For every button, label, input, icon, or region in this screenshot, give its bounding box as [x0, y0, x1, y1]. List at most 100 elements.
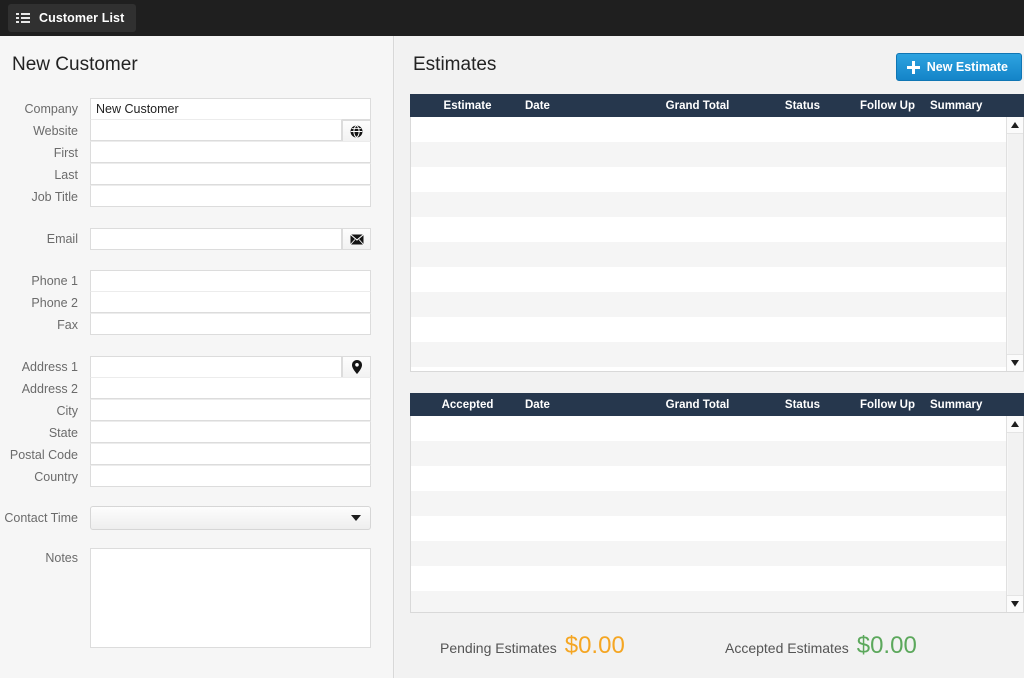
address-1-input[interactable]: [90, 356, 342, 378]
triangle-up-icon: [1011, 421, 1019, 427]
column-header-date[interactable]: Date: [525, 100, 635, 112]
page-title: New Customer: [12, 54, 138, 75]
column-header-grand-total-2[interactable]: Grand Total: [635, 399, 760, 411]
job-title-input[interactable]: [90, 185, 371, 207]
accepted-grid-header: Accepted Date Grand Total Status Follow …: [410, 393, 1024, 416]
table-row[interactable]: [411, 591, 1006, 612]
website-open-button[interactable]: [342, 120, 371, 142]
table-row[interactable]: [411, 441, 1006, 466]
customer-form-panel: New Customer Company Website: [0, 36, 394, 678]
column-header-summary-2[interactable]: Summary: [930, 399, 1024, 411]
label-last: Last: [54, 168, 78, 182]
field-row-contact-time: Contact Time: [0, 506, 394, 530]
first-name-input[interactable]: [90, 141, 371, 163]
notes-textarea[interactable]: [90, 548, 371, 648]
column-header-follow-up-2[interactable]: Follow Up: [845, 399, 930, 411]
table-row[interactable]: [411, 416, 1006, 441]
state-input[interactable]: [90, 421, 371, 443]
table-row[interactable]: [411, 491, 1006, 516]
website-input[interactable]: [90, 119, 342, 141]
field-row-city: City: [0, 399, 394, 422]
scroll-down-button[interactable]: [1007, 354, 1023, 371]
scroll-up-button[interactable]: [1007, 117, 1023, 134]
column-header-date-2[interactable]: Date: [525, 399, 635, 411]
scroll-track-2[interactable]: [1008, 433, 1023, 595]
table-row[interactable]: [411, 242, 1006, 267]
control-job-title: [90, 185, 371, 208]
envelope-icon: [349, 233, 364, 245]
column-header-follow-up[interactable]: Follow Up: [845, 100, 930, 112]
phone-2-input[interactable]: [90, 291, 371, 313]
table-row[interactable]: [411, 566, 1006, 591]
scroll-up-button-2[interactable]: [1007, 416, 1023, 433]
accepted-total: Accepted Estimates $0.00: [725, 632, 917, 660]
control-website: [90, 119, 371, 142]
field-row-first: First: [0, 141, 394, 164]
pending-grid-scrollbar[interactable]: [1006, 117, 1023, 371]
country-input[interactable]: [90, 465, 371, 487]
field-row-address-2: Address 2: [0, 377, 394, 400]
triangle-down-icon: [1011, 360, 1019, 366]
accepted-total-label: Accepted Estimates: [725, 640, 849, 656]
customer-list-button[interactable]: Customer List: [8, 4, 137, 32]
column-header-status-2[interactable]: Status: [760, 399, 845, 411]
control-postal-code: [90, 443, 371, 466]
phone-1-input[interactable]: [90, 270, 371, 292]
label-state: State: [48, 426, 78, 440]
accepted-estimates-grid: Accepted Date Grand Total Status Follow …: [410, 393, 1024, 613]
control-fax: [90, 313, 371, 336]
email-send-button[interactable]: [342, 228, 371, 250]
label-email: Email: [46, 232, 78, 246]
column-header-grand-total[interactable]: Grand Total: [635, 100, 760, 112]
label-postal-code: Postal Code: [9, 448, 78, 462]
form-group-phone: Phone 1 Phone 2 Fax: [0, 270, 394, 336]
field-row-company: Company: [0, 98, 394, 120]
contact-time-select[interactable]: [90, 506, 371, 530]
table-row[interactable]: [411, 192, 1006, 217]
table-row[interactable]: [411, 317, 1006, 342]
table-row[interactable]: [411, 142, 1006, 167]
control-email: [90, 228, 371, 250]
control-phone-2: [90, 291, 371, 314]
customer-form: Company Website: [0, 98, 394, 648]
email-input[interactable]: [90, 228, 342, 250]
new-estimate-button[interactable]: New Estimate: [895, 53, 1022, 81]
table-row[interactable]: [411, 541, 1006, 566]
company-input[interactable]: [90, 98, 371, 120]
estimates-panel: Estimates New Estimate Estimate Date Gra…: [395, 36, 1024, 678]
column-header-accepted[interactable]: Accepted: [410, 399, 525, 411]
column-header-summary[interactable]: Summary: [930, 100, 1024, 112]
label-website: Website: [33, 124, 78, 138]
accepted-grid-scrollbar[interactable]: [1006, 416, 1023, 612]
accepted-total-value: $0.00: [856, 632, 917, 659]
address-map-button[interactable]: [342, 356, 371, 378]
fax-input[interactable]: [90, 313, 371, 335]
control-city: [90, 399, 371, 422]
label-first: First: [53, 146, 78, 160]
column-header-status[interactable]: Status: [760, 100, 845, 112]
scroll-down-button-2[interactable]: [1007, 595, 1023, 612]
postal-code-input[interactable]: [90, 443, 371, 465]
control-phone-1: [90, 270, 371, 292]
estimates-title: Estimates: [413, 54, 497, 75]
triangle-down-icon: [1011, 601, 1019, 607]
address-2-input[interactable]: [90, 377, 371, 399]
table-row[interactable]: [411, 267, 1006, 292]
table-row[interactable]: [411, 167, 1006, 192]
table-row[interactable]: [411, 117, 1006, 142]
customer-list-label: Customer List: [39, 11, 125, 25]
table-row[interactable]: [411, 466, 1006, 491]
table-row[interactable]: [411, 516, 1006, 541]
form-group-email: Email: [0, 228, 394, 250]
globe-icon: [350, 124, 363, 138]
control-company: [90, 98, 371, 120]
scroll-track[interactable]: [1008, 134, 1023, 354]
table-row[interactable]: [411, 342, 1006, 367]
label-contact-time: Contact Time: [4, 511, 78, 525]
city-input[interactable]: [90, 399, 371, 421]
app-window: Customer List New Customer Company Websi…: [0, 0, 1024, 678]
table-row[interactable]: [411, 217, 1006, 242]
table-row[interactable]: [411, 292, 1006, 317]
column-header-estimate[interactable]: Estimate: [410, 100, 525, 112]
last-name-input[interactable]: [90, 163, 371, 185]
